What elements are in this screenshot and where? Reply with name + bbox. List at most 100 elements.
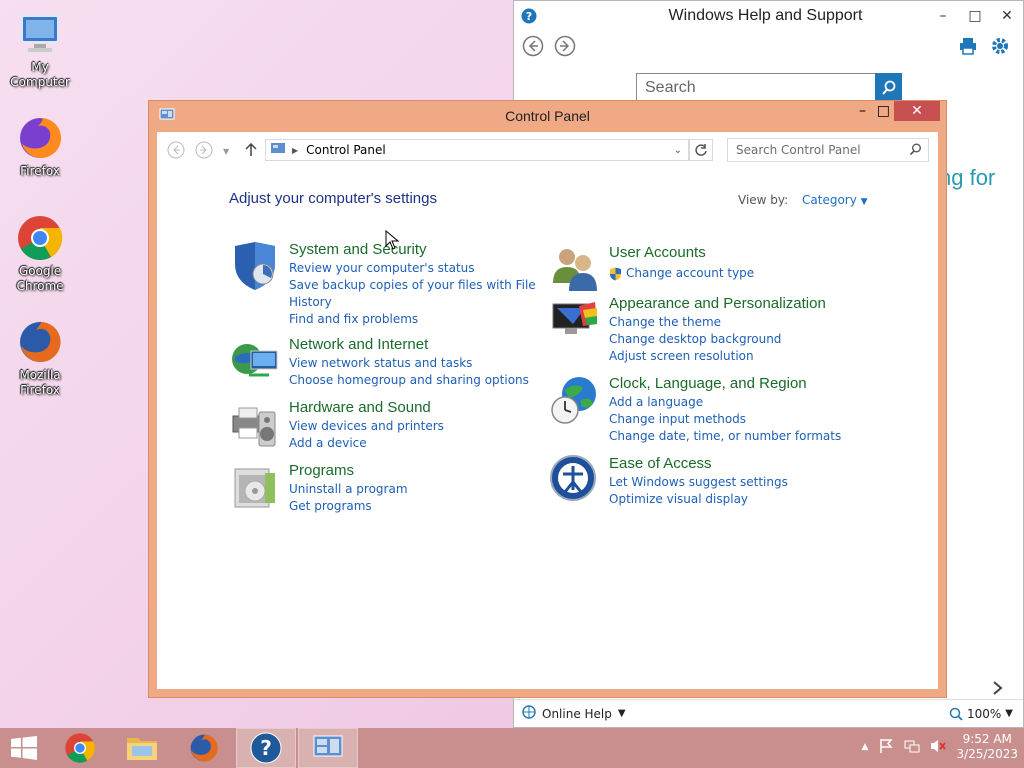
- desktop-icon-mozilla-firefox[interactable]: Mozilla Firefox: [0, 318, 80, 398]
- taskbar-control-panel[interactable]: [298, 728, 358, 768]
- action-center-flag-icon[interactable]: [878, 738, 894, 757]
- chevron-down-icon: ▼: [1005, 708, 1013, 719]
- get-programs-link[interactable]: Get programs: [289, 498, 408, 515]
- help-window-title: Windows Help and Support: [668, 7, 863, 24]
- clock-time: 9:52 AM: [962, 732, 1012, 746]
- desktop-icon-google-chrome[interactable]: Google Chrome: [0, 214, 80, 294]
- cp-content: ▼ ▶ Control Panel ⌄ Search Control Panel…: [157, 132, 938, 689]
- forward-icon[interactable]: [195, 141, 213, 162]
- add-language-link[interactable]: Add a language: [609, 394, 841, 411]
- start-button[interactable]: [0, 728, 48, 768]
- chevron-down-icon[interactable]: ▼: [618, 708, 626, 719]
- chevron-right-icon[interactable]: [991, 681, 1003, 698]
- network-icon[interactable]: [904, 738, 920, 757]
- desktop-icon-label: Mozilla Firefox: [19, 368, 61, 397]
- view-network-status-link[interactable]: View network status and tasks: [289, 355, 529, 372]
- category-title-link[interactable]: Programs: [289, 461, 408, 481]
- view-by-dropdown[interactable]: Category ▼: [802, 193, 868, 207]
- svg-text:?: ?: [526, 10, 532, 23]
- taskbar-help[interactable]: ?: [236, 728, 296, 768]
- change-input-methods-link[interactable]: Change input methods: [609, 411, 841, 428]
- address-bar[interactable]: ▶ Control Panel ⌄: [265, 139, 689, 161]
- maximize-button[interactable]: □: [959, 5, 991, 27]
- search-control-panel-input[interactable]: Search Control Panel: [727, 138, 929, 162]
- firefox-icon: [16, 318, 64, 366]
- breadcrumb-chevron-icon[interactable]: ▶: [292, 146, 298, 155]
- control-panel-icon: [313, 735, 343, 757]
- desktop-icon-firefox[interactable]: Firefox: [0, 114, 80, 179]
- shield-icon: [229, 240, 281, 292]
- minimize-button[interactable]: –: [927, 5, 959, 27]
- page-title: Adjust your computer's settings: [229, 190, 437, 207]
- category-title-link[interactable]: Clock, Language, and Region: [609, 374, 841, 394]
- review-status-link[interactable]: Review your computer's status: [289, 260, 536, 277]
- category-title-link[interactable]: Hardware and Sound: [289, 398, 444, 418]
- system-tray: ▲ 9:52 AM 3/25/2023: [862, 732, 1018, 762]
- help-search-button[interactable]: [875, 73, 902, 103]
- search-icon: [881, 80, 895, 95]
- cp-window-title: Control Panel: [505, 108, 590, 124]
- close-button[interactable]: ✕: [991, 5, 1023, 27]
- category-title-link[interactable]: User Accounts: [609, 243, 754, 263]
- change-account-type-text: Change account type: [626, 266, 755, 280]
- gear-icon[interactable]: [991, 37, 1009, 58]
- adjust-resolution-link[interactable]: Adjust screen resolution: [609, 348, 826, 365]
- back-icon[interactable]: [522, 35, 544, 60]
- add-device-link[interactable]: Add a device: [289, 435, 444, 452]
- view-devices-link[interactable]: View devices and printers: [289, 418, 444, 435]
- recent-dropdown-icon[interactable]: ▼: [223, 147, 229, 156]
- zoom-control[interactable]: 100% ▼: [949, 707, 1023, 721]
- taskbar-file-explorer[interactable]: [112, 728, 172, 768]
- network-globe-icon: [229, 335, 281, 387]
- category-title-link[interactable]: System and Security: [289, 240, 536, 260]
- help-status-bar: Online Help ▼ 100% ▼: [514, 699, 1023, 727]
- change-account-type-link[interactable]: Change account type: [609, 265, 754, 282]
- save-backup-link[interactable]: Save backup copies of your files with Fi…: [289, 277, 536, 294]
- minimize-button[interactable]: –: [859, 103, 866, 119]
- uac-shield-icon: [610, 267, 621, 280]
- taskbar: ? ▲ 9:52 AM 3/25/2023: [0, 728, 1024, 768]
- help-search-input[interactable]: Search: [636, 73, 876, 103]
- homegroup-sharing-link[interactable]: Choose homegroup and sharing options: [289, 372, 529, 389]
- refresh-icon: [695, 144, 707, 156]
- print-icon[interactable]: [959, 37, 977, 58]
- up-arrow-icon[interactable]: [245, 142, 257, 160]
- category-title-link[interactable]: Ease of Access: [609, 454, 788, 474]
- refresh-button[interactable]: [689, 139, 713, 161]
- online-help-icon: [522, 705, 536, 722]
- taskbar-chrome[interactable]: [50, 728, 110, 768]
- category-title-link[interactable]: Appearance and Personalization: [609, 294, 826, 314]
- help-icon: ?: [250, 732, 282, 764]
- cp-titlebar: Control Panel – □ ✕: [149, 101, 946, 131]
- programs-box-icon: [229, 461, 281, 513]
- view-by-label: View by:: [738, 193, 789, 207]
- change-date-time-link[interactable]: Change date, time, or number formats: [609, 428, 841, 445]
- ease-of-access-icon: [549, 454, 601, 506]
- category-title-link[interactable]: Network and Internet: [289, 335, 529, 355]
- control-panel-window: Control Panel – □ ✕ ▼ ▶ Control Panel ⌄ …: [148, 100, 947, 698]
- search-placeholder: Search Control Panel: [736, 143, 861, 157]
- find-fix-problems-link[interactable]: Find and fix problems: [289, 311, 536, 328]
- back-icon[interactable]: [167, 141, 185, 162]
- change-theme-link[interactable]: Change the theme: [609, 314, 826, 331]
- show-hidden-icons-button[interactable]: ▲: [862, 742, 869, 752]
- change-background-link[interactable]: Change desktop background: [609, 331, 826, 348]
- maximize-button[interactable]: □: [877, 103, 890, 119]
- close-button[interactable]: ✕: [894, 101, 940, 121]
- volume-muted-icon[interactable]: [930, 738, 947, 757]
- save-backup-link-cont[interactable]: History: [289, 294, 536, 311]
- optimize-display-link[interactable]: Optimize visual display: [609, 491, 788, 508]
- desktop-icon-my-computer[interactable]: My Computer: [0, 10, 80, 90]
- chevron-down-icon[interactable]: ⌄: [674, 145, 682, 156]
- uninstall-program-link[interactable]: Uninstall a program: [289, 481, 408, 498]
- suggest-settings-link[interactable]: Let Windows suggest settings: [609, 474, 788, 491]
- taskbar-firefox[interactable]: [174, 728, 234, 768]
- help-heading-partial: ng for: [939, 165, 996, 190]
- breadcrumb[interactable]: Control Panel: [306, 143, 386, 157]
- desktop-icon-label: My Computer: [10, 60, 70, 89]
- clock-date: 3/25/2023: [956, 747, 1018, 761]
- firefox-icon: [16, 114, 64, 162]
- forward-icon[interactable]: [554, 35, 576, 60]
- online-help-dropdown[interactable]: Online Help: [542, 707, 612, 721]
- clock[interactable]: 9:52 AM 3/25/2023: [956, 732, 1018, 762]
